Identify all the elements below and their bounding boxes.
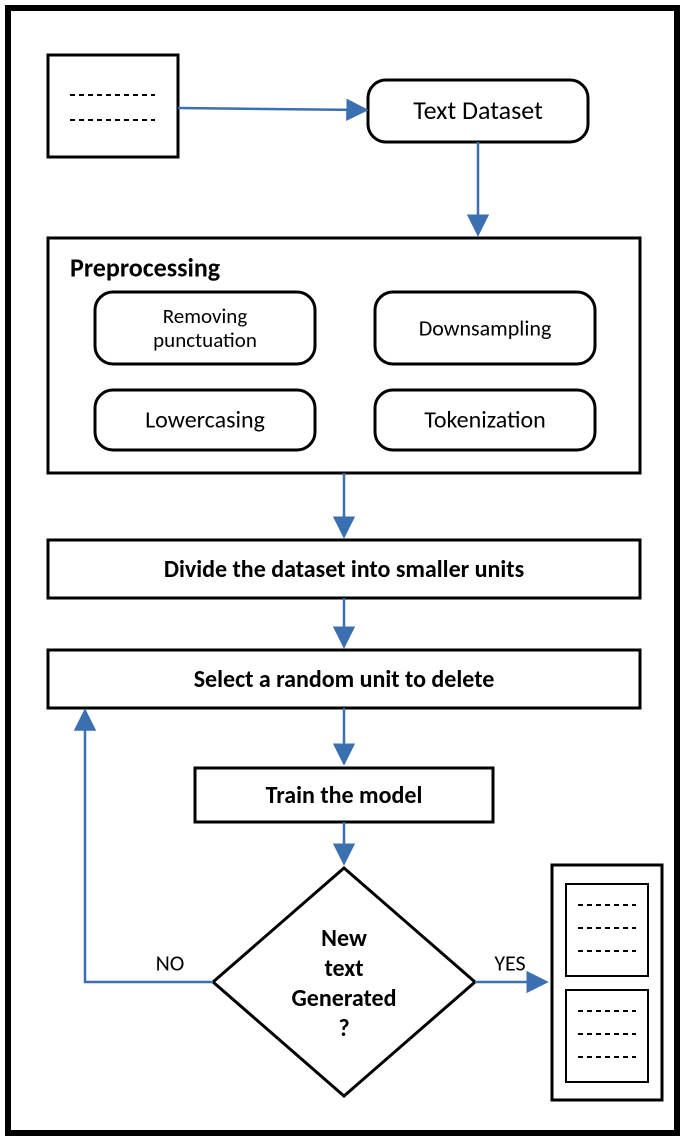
- lowercasing-label: Lowercasing: [145, 406, 265, 435]
- arrow-input-to-dataset: [178, 108, 365, 110]
- preprocessing-container: Preprocessing Removing punctuation Downs…: [48, 238, 640, 473]
- decision-l4: ?: [338, 1014, 349, 1043]
- divide-node: Divide the dataset into smaller units: [48, 540, 640, 598]
- preprocessing-title: Preprocessing: [70, 251, 221, 283]
- downsampling-label: Downsampling: [419, 314, 552, 341]
- train-node: Train the model: [195, 768, 493, 822]
- arrow-no-branch: NO: [85, 712, 213, 982]
- no-label: NO: [156, 949, 185, 976]
- text-dataset-label: Text Dataset: [413, 94, 543, 126]
- text-dataset-node: Text Dataset: [368, 80, 588, 142]
- flowchart-diagram: Text Dataset Preprocessing Removing punc…: [0, 0, 685, 1141]
- decision-l1: New: [321, 924, 367, 953]
- removing-punctuation-l1: Removing: [163, 303, 248, 329]
- train-label: Train the model: [266, 781, 423, 810]
- arrow-yes-branch: YES: [475, 949, 545, 982]
- yes-label: YES: [494, 949, 525, 976]
- select-random-label: Select a random unit to delete: [194, 665, 495, 694]
- input-document: [48, 55, 178, 157]
- removing-punctuation-l2: punctuation: [153, 327, 257, 353]
- decision-l3: Generated: [292, 984, 397, 1013]
- select-random-node: Select a random unit to delete: [48, 650, 640, 708]
- tokenization-label: Tokenization: [424, 406, 545, 435]
- decision-l2: text: [324, 954, 363, 983]
- decision-node: New text Generated ?: [213, 868, 475, 1096]
- output-documents: [552, 865, 662, 1100]
- divide-label: Divide the dataset into smaller units: [164, 555, 524, 584]
